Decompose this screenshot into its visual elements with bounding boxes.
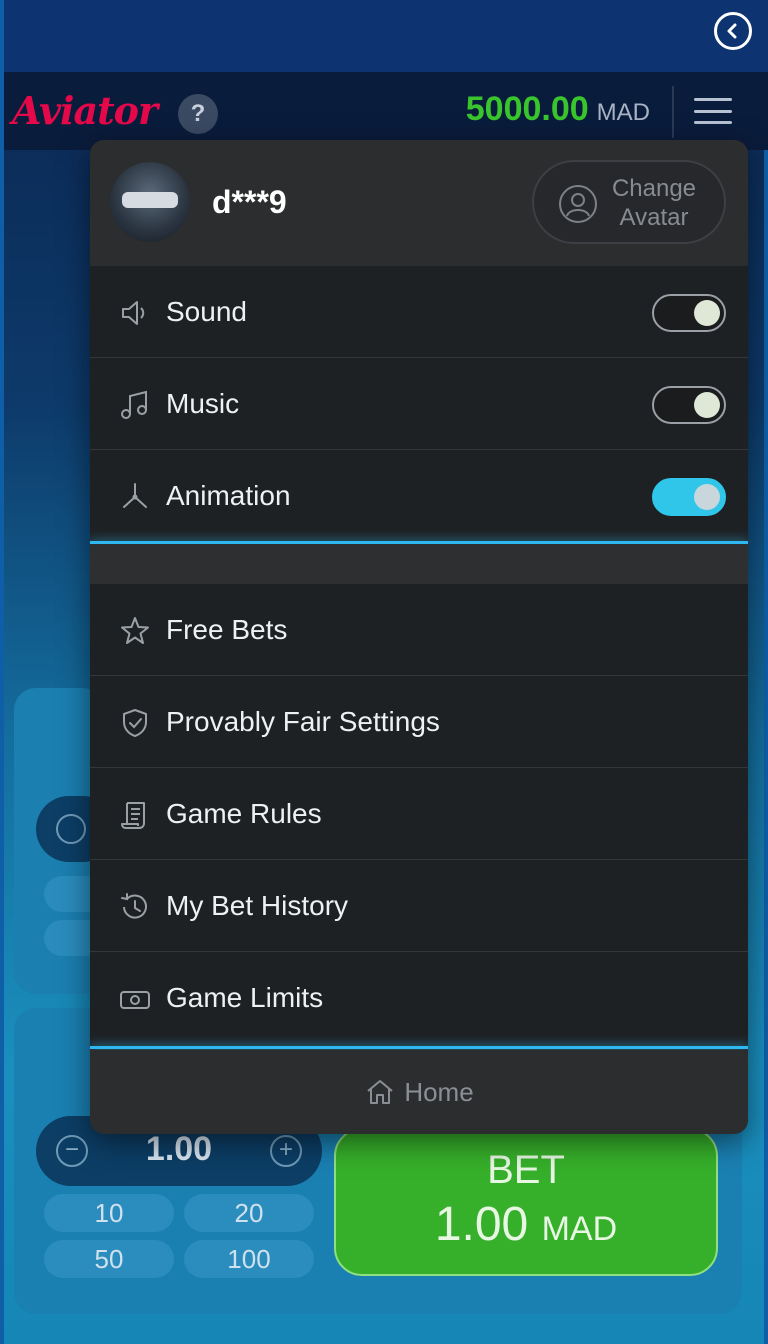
change-avatar-label: Change Avatar xyxy=(606,174,702,232)
music-toggle[interactable] xyxy=(652,386,726,424)
section-gap xyxy=(90,544,748,584)
music-note-icon xyxy=(121,390,147,419)
quick-amount-10[interactable]: 10 xyxy=(44,1194,174,1232)
bet-button-currency: MAD xyxy=(541,1210,618,1248)
header-divider xyxy=(672,86,674,138)
chevron-left-icon xyxy=(727,23,737,39)
plus-button[interactable]: + xyxy=(270,1135,302,1167)
home-button-content: Home xyxy=(90,1076,748,1108)
toggle-knob xyxy=(694,484,720,510)
toggle-knob xyxy=(694,300,720,326)
quick-amount-100[interactable]: 100 xyxy=(184,1240,314,1278)
section-divider xyxy=(90,1046,748,1049)
balance-value: 5000.00 xyxy=(465,90,589,128)
menu-item-free-bets[interactable]: Free Bets xyxy=(90,584,748,676)
speaker-icon xyxy=(122,301,145,325)
banknote-icon xyxy=(120,991,150,1009)
minus-icon[interactable] xyxy=(56,814,86,844)
hamburger-line xyxy=(694,109,732,113)
aviator-logo: Aviator xyxy=(12,88,158,133)
setting-row-animation[interactable]: Animation xyxy=(90,450,748,542)
star-icon xyxy=(121,617,149,644)
change-avatar-line2: Avatar xyxy=(619,204,689,231)
setting-label: Animation xyxy=(166,480,291,511)
menu-item-game-rules[interactable]: Game Rules xyxy=(90,768,748,860)
menu-item-provably-fair[interactable]: Provably Fair Settings xyxy=(90,676,748,768)
shield-check-icon xyxy=(123,709,147,737)
back-button[interactable] xyxy=(714,12,752,50)
settings-menu: d***9 Change Avatar Sound Music Animatio… xyxy=(90,140,748,1134)
hamburger-line xyxy=(694,121,732,124)
quick-amount-50[interactable]: 50 xyxy=(44,1240,174,1278)
menu-item-label: Game Limits xyxy=(166,982,324,1013)
setting-row-music[interactable]: Music xyxy=(90,358,748,450)
history-icon xyxy=(121,893,147,919)
balance-display: 5000.00 MAD xyxy=(466,90,650,129)
home-button[interactable]: Home xyxy=(90,1050,748,1134)
menu-item-game-limits[interactable]: Game Limits xyxy=(90,952,748,1044)
change-avatar-line1: Change xyxy=(611,175,697,202)
user-icon xyxy=(559,185,597,223)
game-header: Aviator ? 5000.00 MAD xyxy=(4,72,768,150)
propeller-icon xyxy=(123,483,147,508)
menu-button[interactable] xyxy=(694,98,732,124)
menu-item-label: My Bet History xyxy=(166,890,349,921)
scroll-icon xyxy=(121,802,145,829)
quick-amount-20[interactable]: 20 xyxy=(184,1194,314,1232)
avatar xyxy=(110,162,190,242)
animation-toggle[interactable] xyxy=(652,478,726,516)
setting-label: Music xyxy=(166,388,240,419)
top-strip xyxy=(4,0,768,72)
toggle-knob xyxy=(694,392,720,418)
setting-label: Sound xyxy=(166,296,247,327)
menu-item-label: Free Bets xyxy=(166,614,288,645)
menu-item-label: Provably Fair Settings xyxy=(166,706,440,737)
bet-button-amount-line: 1.00 MAD xyxy=(336,1197,716,1252)
help-button[interactable]: ? xyxy=(178,94,218,134)
menu-item-bet-history[interactable]: My Bet History xyxy=(90,860,748,952)
bet-button-amount: 1.00 xyxy=(434,1198,529,1251)
username: d***9 xyxy=(212,184,287,220)
bet-button[interactable]: BET 1.00 MAD xyxy=(334,1128,718,1276)
avatar-glasses xyxy=(122,192,178,208)
balance-currency: MAD xyxy=(596,99,650,126)
setting-row-sound[interactable]: Sound xyxy=(90,266,748,358)
change-avatar-button[interactable]: Change Avatar xyxy=(532,160,726,244)
home-label: Home xyxy=(404,1076,474,1107)
hamburger-line xyxy=(694,98,732,101)
bet-button-label: BET xyxy=(487,1148,565,1192)
profile-header: d***9 Change Avatar xyxy=(90,140,748,266)
sound-toggle[interactable] xyxy=(652,294,726,332)
menu-item-label: Game Rules xyxy=(166,798,322,829)
home-icon xyxy=(367,1080,393,1104)
